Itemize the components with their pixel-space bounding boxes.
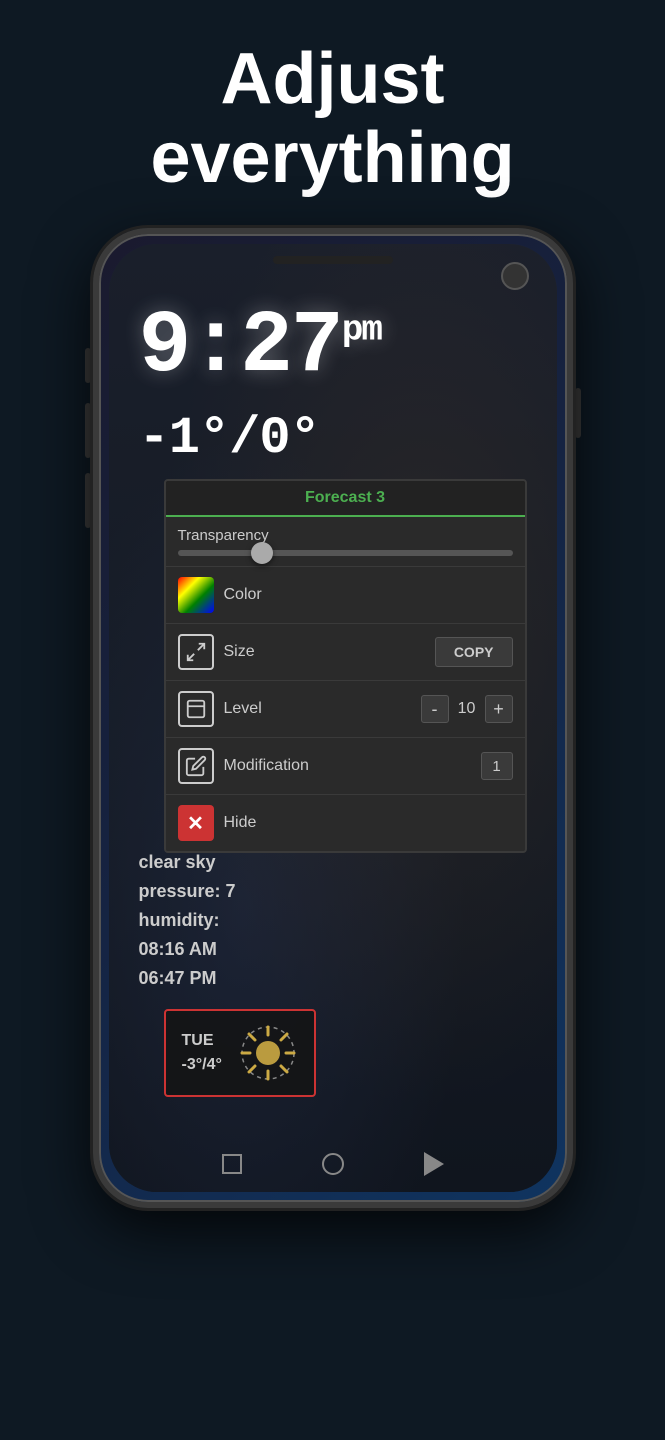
phone-frame: 9:27pm -1°/0° Forecast 3 Transparency xyxy=(93,228,573,1208)
level-minus-button[interactable]: - xyxy=(421,695,449,723)
header-line2: everything xyxy=(150,118,514,198)
header-line1: Adjust xyxy=(221,39,445,119)
forecast-day: TUE xyxy=(182,1029,222,1053)
hide-icon: ✕ xyxy=(178,805,214,841)
ampm-label: pm xyxy=(342,310,381,351)
level-plus-button[interactable]: + xyxy=(485,695,513,723)
time-display: 9:27pm xyxy=(139,304,381,392)
transparency-label: Transparency xyxy=(178,527,269,544)
hide-label: Hide xyxy=(224,814,513,832)
modification-row[interactable]: Modification 1 xyxy=(166,738,525,795)
weather-sunrise: 08:16 AM xyxy=(139,935,236,964)
color-label: Color xyxy=(224,586,513,604)
level-label: Level xyxy=(224,700,411,718)
weather-condition: clear sky xyxy=(139,848,236,877)
power-button xyxy=(575,388,581,438)
settings-popup: Forecast 3 Transparency Color xyxy=(164,479,527,853)
transparency-row: Transparency xyxy=(166,517,525,567)
phone-screen: 9:27pm -1°/0° Forecast 3 Transparency xyxy=(109,244,557,1192)
transparency-slider[interactable] xyxy=(178,550,513,556)
header-text: Adjust everything xyxy=(0,0,665,228)
volume-up-button xyxy=(85,403,91,458)
nav-home-button[interactable] xyxy=(322,1153,344,1175)
forecast-temp: -3°/4° xyxy=(182,1053,222,1077)
size-icon xyxy=(178,634,214,670)
level-icon xyxy=(178,691,214,727)
copy-button[interactable]: COPY xyxy=(435,637,513,667)
modification-value: 1 xyxy=(481,752,513,780)
color-icon xyxy=(178,577,214,613)
weather-pressure: pressure: 7 xyxy=(139,877,236,906)
temp-range-value: -1°/0° xyxy=(139,409,320,468)
size-row[interactable]: Size COPY xyxy=(166,624,525,681)
level-controls: - 10 + xyxy=(421,695,513,723)
time-value: 9:27 xyxy=(139,298,342,397)
phone-container: 9:27pm -1°/0° Forecast 3 Transparency xyxy=(93,228,573,1208)
weather-sunset: 06:47 PM xyxy=(139,964,236,993)
color-row[interactable]: Color xyxy=(166,567,525,624)
camera-lens xyxy=(501,262,529,290)
temp-display: -1°/0° xyxy=(139,409,320,468)
level-row: Level - 10 + xyxy=(166,681,525,738)
weather-humidity: humidity: xyxy=(139,906,236,935)
phone-notch xyxy=(273,256,393,264)
forecast-widget[interactable]: TUE -3°/4° xyxy=(164,1009,316,1097)
sun-icon xyxy=(238,1023,298,1083)
slider-thumb[interactable] xyxy=(251,542,273,564)
modification-icon xyxy=(178,748,214,784)
nav-square-button[interactable] xyxy=(222,1154,242,1174)
size-label: Size xyxy=(224,643,425,661)
mute-button xyxy=(85,348,91,383)
level-value: 10 xyxy=(453,700,481,718)
hide-row[interactable]: ✕ Hide xyxy=(166,795,525,851)
page-wrapper: Adjust everything 9:27pm -1°/0° xyxy=(0,0,665,1208)
popup-title: Forecast 3 xyxy=(164,479,527,517)
weather-info: clear sky pressure: 7 humidity: 08:16 AM… xyxy=(139,848,236,992)
forecast-text: TUE -3°/4° xyxy=(182,1029,222,1077)
nav-back-button[interactable] xyxy=(424,1152,444,1176)
volume-down-button xyxy=(85,473,91,528)
modification-label: Modification xyxy=(224,757,471,775)
bottom-navigation xyxy=(109,1152,557,1176)
